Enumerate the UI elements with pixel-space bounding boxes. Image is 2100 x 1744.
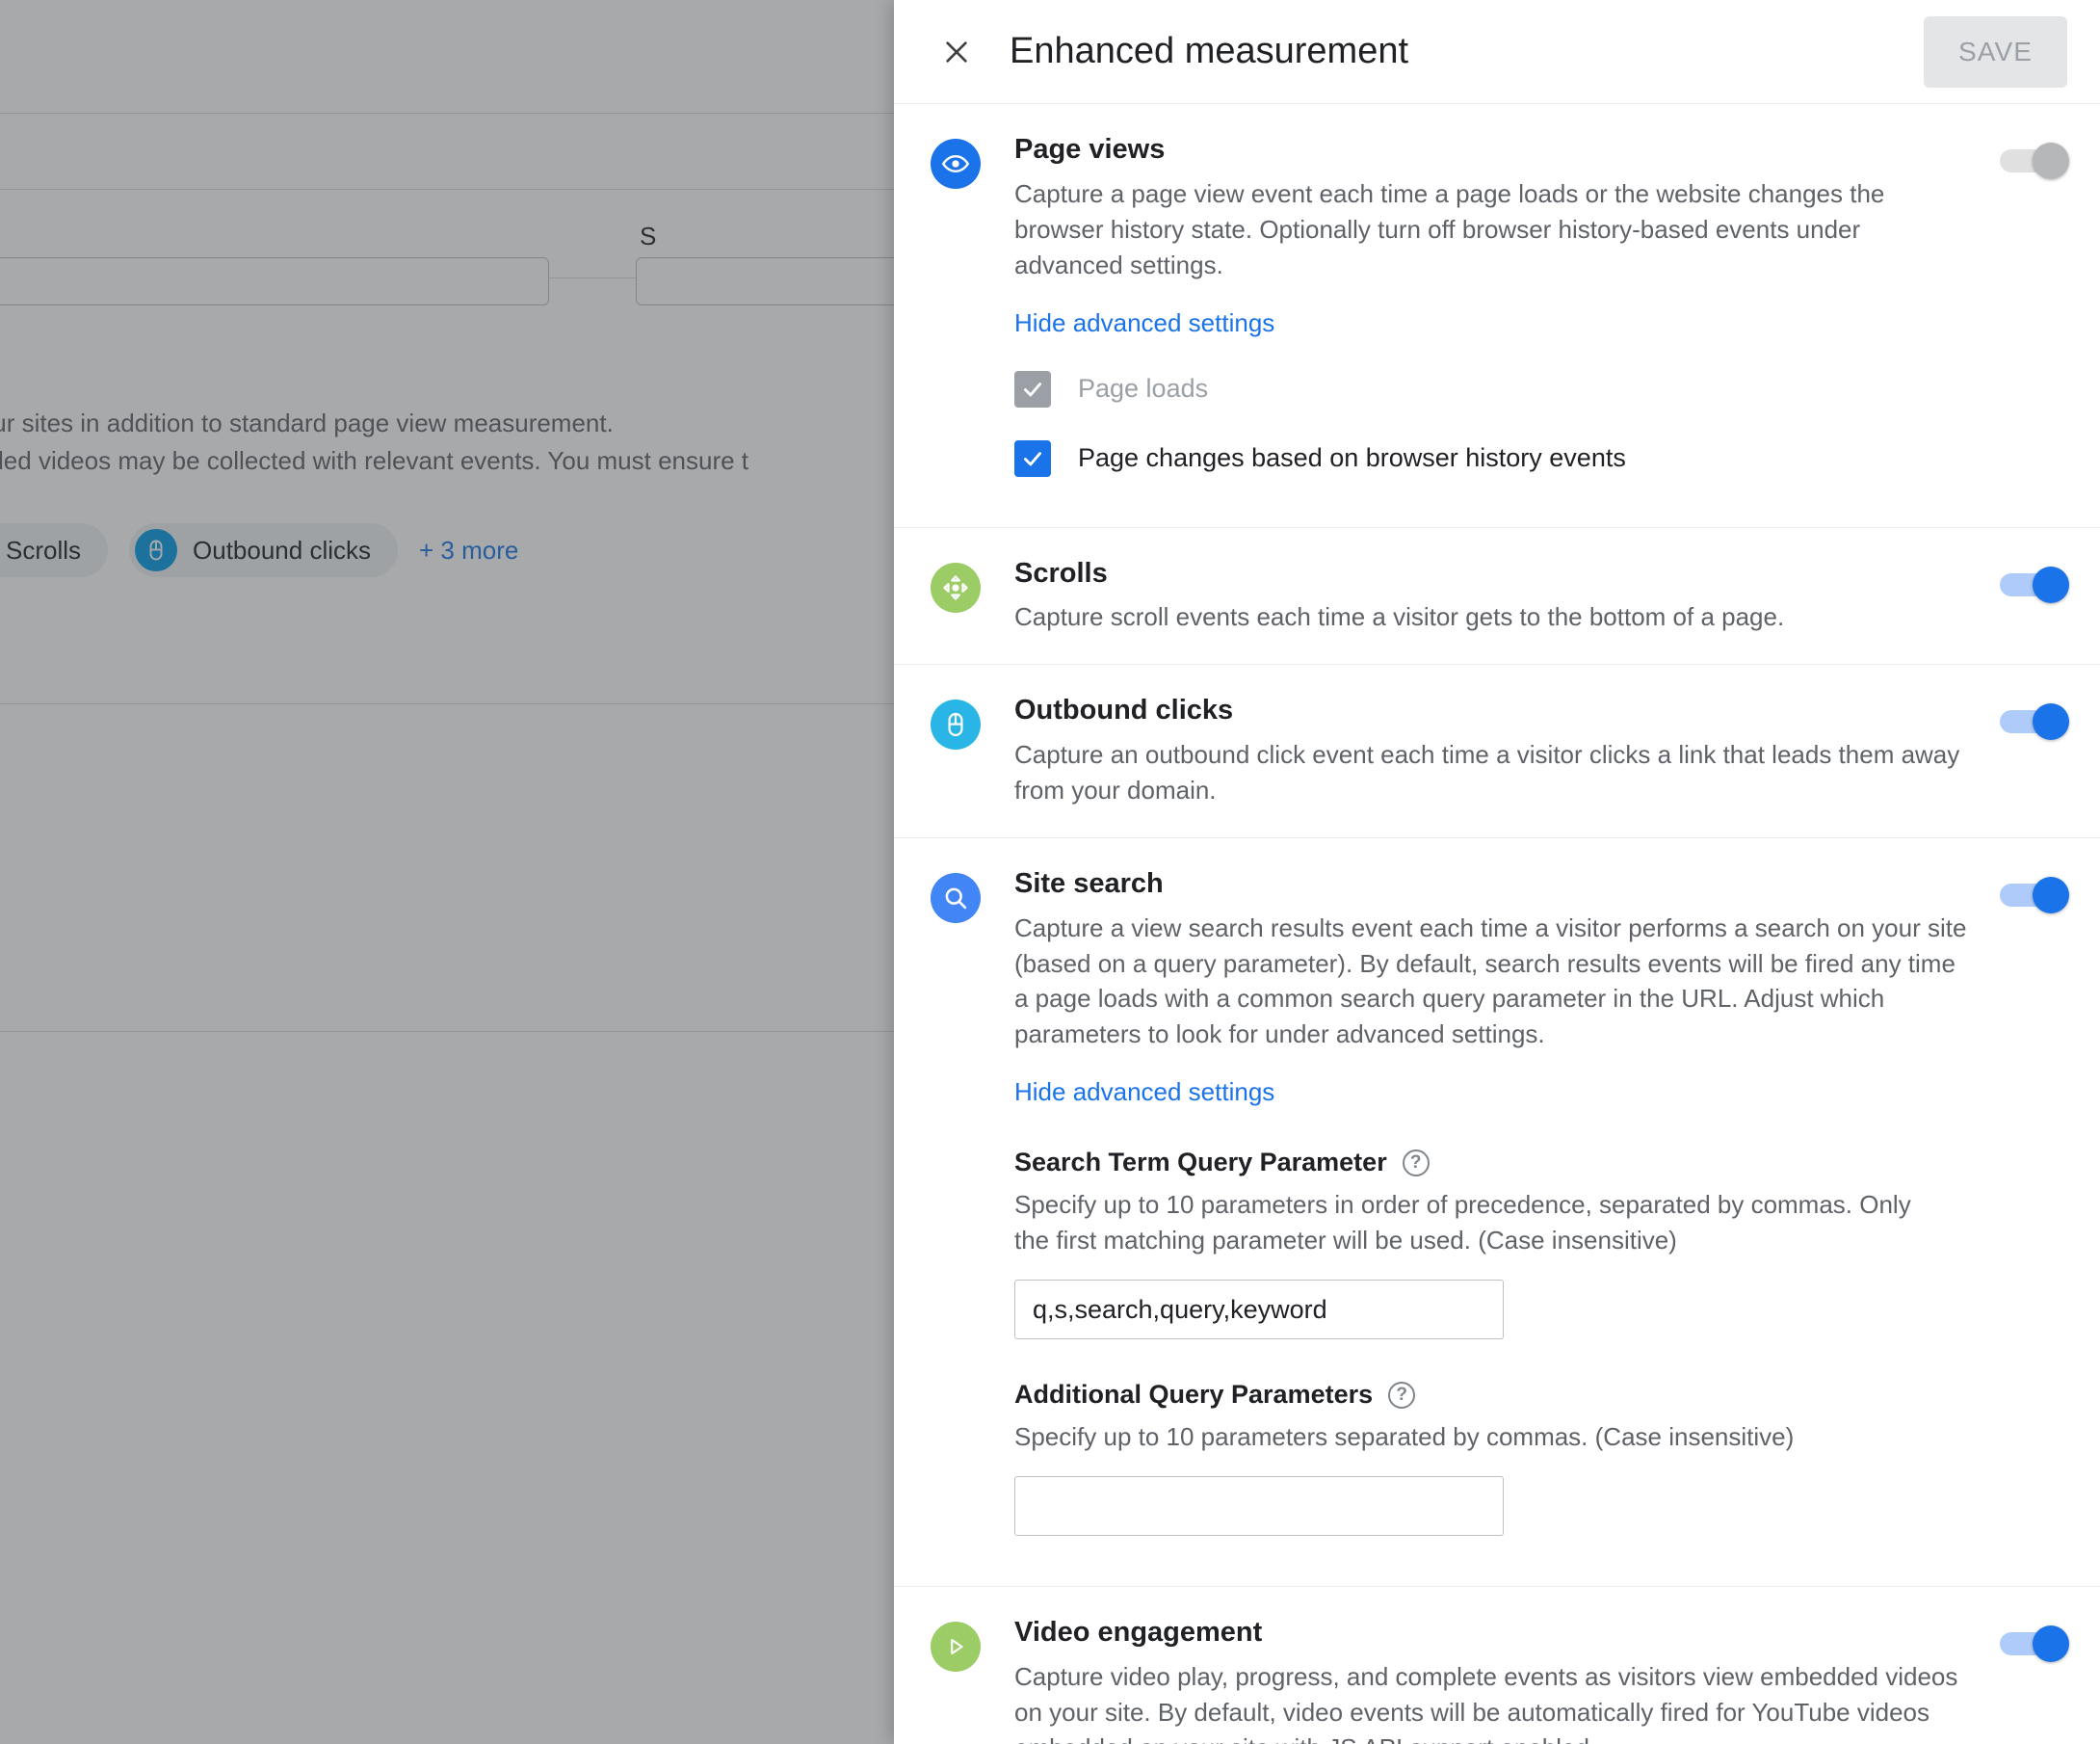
field-label-row: Additional Query Parameters ? xyxy=(1014,1380,1975,1410)
toggle-knob xyxy=(2033,143,2069,179)
checkbox-page-changes-history[interactable]: Page changes based on browser history ev… xyxy=(1014,439,1975,477)
checkbox-page-loads[interactable]: Page loads xyxy=(1014,370,1975,408)
section-video-engagement: Video engagement Capture video play, pro… xyxy=(894,1587,2100,1744)
help-icon[interactable]: ? xyxy=(1388,1381,1416,1409)
section-title: Scrolls xyxy=(1014,557,1108,589)
additional-query-parameters-input[interactable] xyxy=(1014,1475,1504,1536)
section-site-search: Site search Capture a view search result… xyxy=(894,838,2100,1587)
checkbox-checked-disabled-icon xyxy=(1014,370,1051,408)
scroll-move-icon xyxy=(931,562,981,613)
toggle-knob xyxy=(2033,876,2069,913)
field-search-term-query-parameter: Search Term Query Parameter ? Specify up… xyxy=(1014,1148,1975,1340)
panel-body: Page views Capture a page view event eac… xyxy=(894,104,2100,1744)
field-additional-query-parameters: Additional Query Parameters ? Specify up… xyxy=(1014,1380,1975,1536)
toggle-page-views[interactable] xyxy=(2000,143,2071,179)
save-button[interactable]: SAVE xyxy=(1923,15,2067,88)
section-outbound-clicks: Outbound clicks Capture an outbound clic… xyxy=(894,665,2100,838)
enhanced-measurement-panel: Enhanced measurement SAVE Page views Cap… xyxy=(894,0,2100,1744)
section-description: Capture scroll events each time a visito… xyxy=(1014,602,1785,632)
checkbox-label: Page changes based on browser history ev… xyxy=(1078,443,1626,473)
field-label: Search Term Query Parameter xyxy=(1014,1148,1387,1177)
panel-header: Enhanced measurement SAVE xyxy=(894,0,2100,104)
field-label-row: Search Term Query Parameter ? xyxy=(1014,1148,1975,1177)
js-api-support-link[interactable]: JS API support xyxy=(1327,1733,1493,1744)
help-icon[interactable]: ? xyxy=(1402,1149,1430,1176)
section-description: Capture an outbound click event each tim… xyxy=(1014,740,1960,805)
toggle-video-engagement[interactable] xyxy=(2000,1625,2071,1662)
field-hint: Specify up to 10 parameters in order of … xyxy=(1014,1190,1911,1255)
section-title: Outbound clicks xyxy=(1014,695,1234,727)
section-description: Capture video play, progress, and comple… xyxy=(1014,1659,1975,1744)
hide-advanced-settings-link[interactable]: Hide advanced settings xyxy=(1014,1077,1274,1107)
section-title: Page views xyxy=(1014,134,1166,165)
toggle-knob xyxy=(2033,566,2069,603)
section-scrolls: Scrolls Capture scroll events each time … xyxy=(894,528,2100,666)
eye-icon xyxy=(931,139,981,189)
field-hint: Specify up to 10 parameters separated by… xyxy=(1014,1422,1795,1452)
toggle-outbound-clicks[interactable] xyxy=(2000,703,2071,741)
toggle-knob xyxy=(2033,1625,2069,1662)
play-icon xyxy=(931,1621,981,1672)
section-title: Site search xyxy=(1014,867,1164,899)
toggle-site-search[interactable] xyxy=(2000,876,2071,913)
close-icon[interactable] xyxy=(931,26,983,78)
toggle-knob xyxy=(2033,703,2069,741)
section-description: Capture a view search results event each… xyxy=(1014,912,1967,1049)
description-text-pre: Capture video play, progress, and comple… xyxy=(1014,1661,1958,1744)
hide-advanced-settings-link[interactable]: Hide advanced settings xyxy=(1014,308,1274,338)
search-term-query-parameter-input[interactable] xyxy=(1014,1280,1504,1340)
section-page-views: Page views Capture a page view event eac… xyxy=(894,104,2100,528)
section-title: Video engagement xyxy=(1014,1616,1263,1648)
mouse-icon xyxy=(931,700,981,751)
checkbox-checked-icon xyxy=(1014,439,1051,477)
toggle-scrolls[interactable] xyxy=(2000,566,2071,603)
section-description: Capture a page view event each time a pa… xyxy=(1014,178,1885,279)
field-label: Additional Query Parameters xyxy=(1014,1380,1374,1410)
page-title: Enhanced measurement xyxy=(1010,31,1409,71)
checkbox-label: Page loads xyxy=(1078,374,1209,404)
search-icon xyxy=(931,872,981,923)
description-text-post: enabled. xyxy=(1493,1733,1596,1744)
